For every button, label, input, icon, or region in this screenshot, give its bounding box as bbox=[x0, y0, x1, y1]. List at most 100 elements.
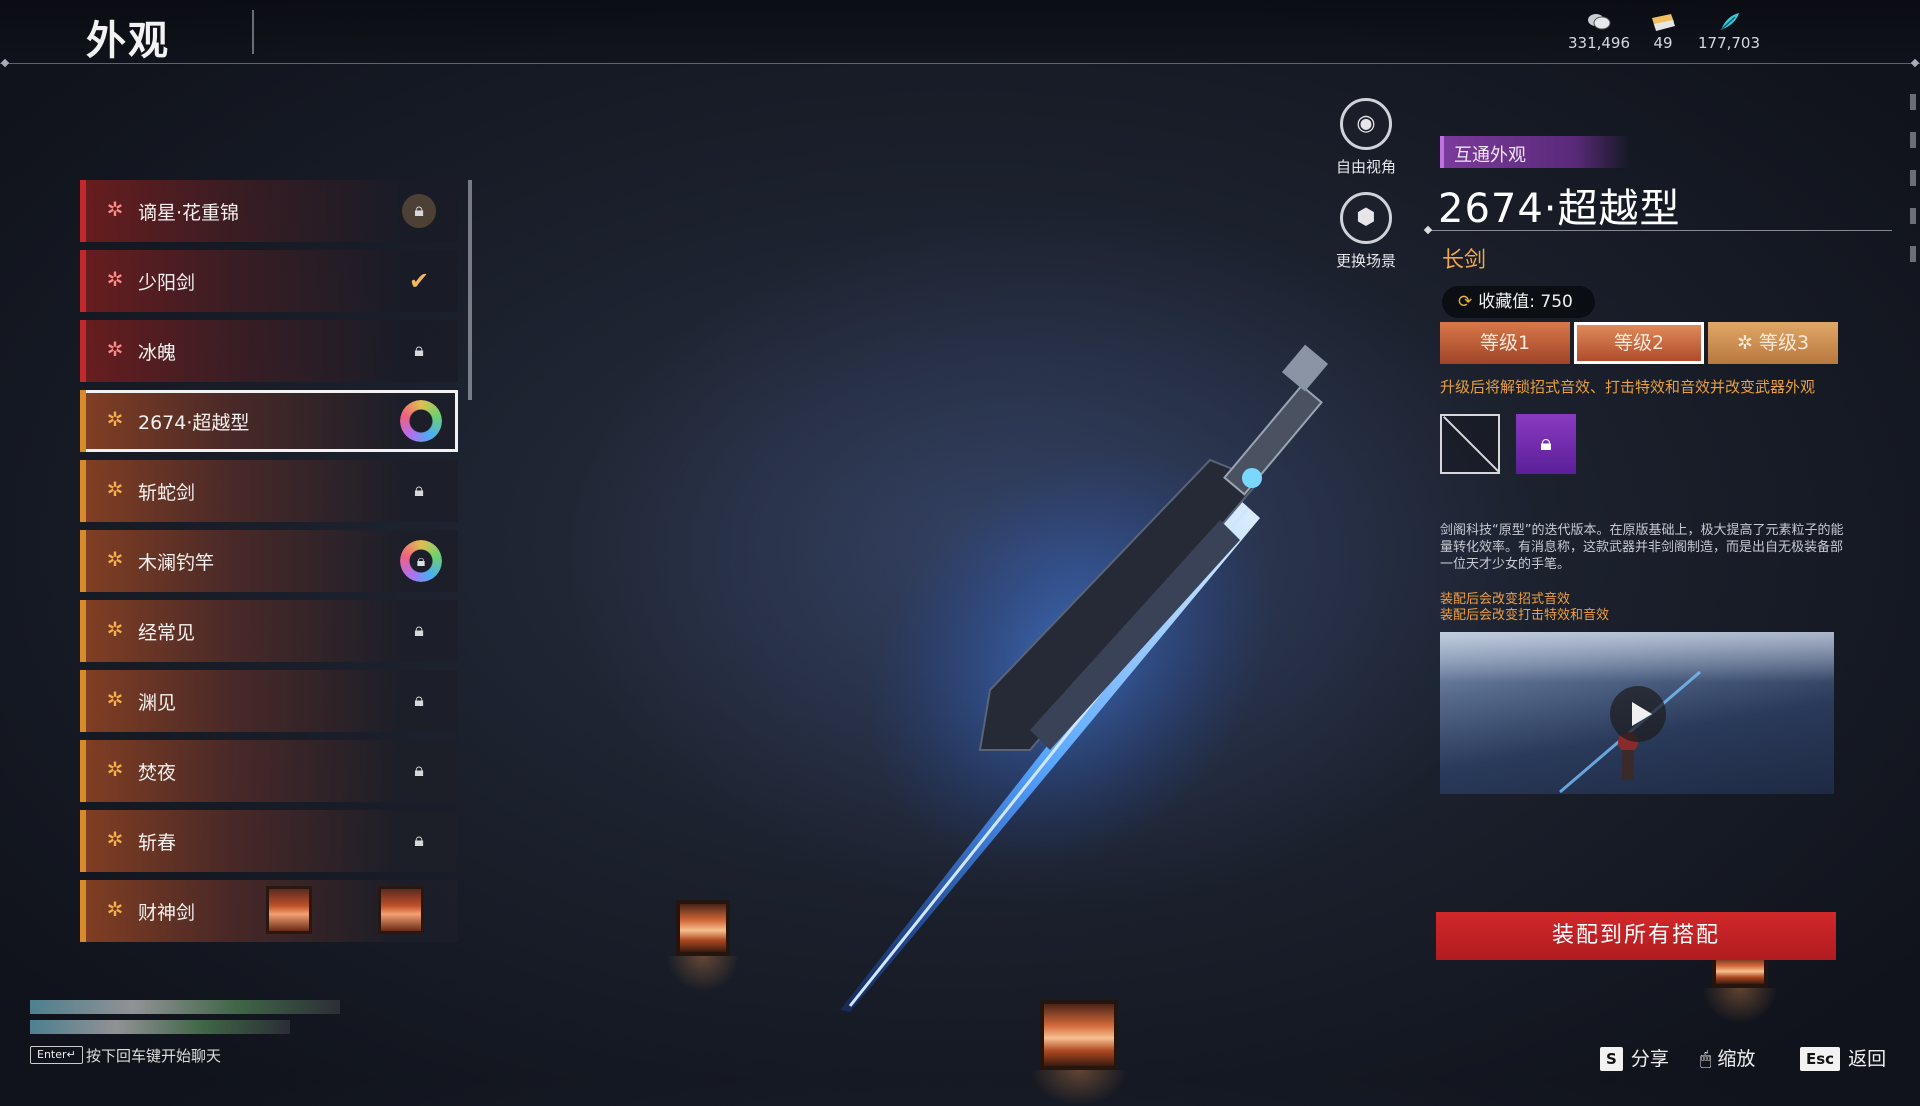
skin-item[interactable]: ✲ 经常见 🔒︎ bbox=[80, 600, 458, 662]
crossplay-tag-label: 互通外观 bbox=[1454, 145, 1526, 166]
name-divider bbox=[1428, 230, 1892, 231]
skin-item[interactable]: ✲ 焚夜 🔒︎ bbox=[80, 740, 458, 802]
skin-item[interactable]: ✲ 斩蛇剑 🔒︎ bbox=[80, 460, 458, 522]
collection-value: ⟳ 收藏值: 750 bbox=[1442, 286, 1595, 318]
tier-3-label: 等级3 bbox=[1758, 332, 1810, 354]
weapon-type: 长剑 bbox=[1442, 248, 1487, 273]
tier-selector[interactable]: 等级1 等级2 ✲ 等级3 bbox=[1440, 322, 1840, 364]
list-scrollbar[interactable] bbox=[468, 180, 472, 400]
cube-icon: ⬢ bbox=[1340, 192, 1392, 244]
collection-value-text: 收藏值: 750 bbox=[1478, 292, 1573, 312]
rarity-ring-icon bbox=[400, 400, 442, 442]
star-icon: ✲ bbox=[106, 757, 124, 781]
esc-key-icon: Esc bbox=[1800, 1047, 1841, 1071]
star-icon: ✲ bbox=[106, 687, 124, 711]
star-icon: ✲ bbox=[106, 827, 124, 851]
lantern-decoration bbox=[1030, 1000, 1128, 1106]
rarity-stripe bbox=[80, 250, 86, 312]
star-icon: ✲ bbox=[106, 197, 124, 221]
locked-slot[interactable]: 🔒︎ bbox=[1516, 414, 1576, 474]
coin-stack-icon bbox=[1585, 12, 1613, 32]
play-icon[interactable] bbox=[1610, 686, 1666, 742]
skin-list[interactable]: ✲ 谪星·花重锦 🔒︎ ✲ 少阳剑 ✔ ✲ 冰魄 🔒︎ ✲ 2674·超越型 ✲… bbox=[80, 180, 460, 960]
lock-icon: 🔒︎ bbox=[414, 480, 424, 501]
rarity-stripe bbox=[80, 810, 86, 872]
tier-3-button[interactable]: ✲ 等级3 bbox=[1708, 322, 1838, 364]
zoom-label: 缩放 bbox=[1717, 1048, 1756, 1070]
rarity-ring-icon: 🔒︎ bbox=[400, 540, 442, 582]
skin-item-label: 经常见 bbox=[138, 622, 196, 644]
mouse-icon: 🖱︎ bbox=[1700, 1048, 1712, 1070]
share-label: 分享 bbox=[1630, 1048, 1669, 1070]
crossplay-tag: 互通外观 bbox=[1440, 136, 1630, 168]
star-icon: ✲ bbox=[106, 407, 124, 431]
skin-item-label: 财神剑 bbox=[138, 902, 196, 924]
free-view-button[interactable]: ◉ 自由视角 bbox=[1316, 98, 1416, 177]
top-divider bbox=[0, 63, 1920, 64]
skin-item-label: 木澜钓竿 bbox=[138, 552, 215, 574]
rarity-stripe bbox=[80, 320, 86, 382]
camera-icon: ◉ bbox=[1340, 98, 1392, 150]
upgrade-note: 升级后将解锁招式音效、打击特效和音效并改变武器外观 bbox=[1440, 378, 1816, 396]
page-title: 外观 bbox=[86, 18, 170, 64]
lock-icon: 🔒︎ bbox=[414, 830, 424, 851]
skin-item-label: 渊见 bbox=[138, 692, 177, 714]
change-scene-button[interactable]: ⬢ 更换场景 bbox=[1316, 192, 1416, 271]
effect-notes: 装配后会改变招式音效 装配后会改变打击特效和音效 bbox=[1440, 592, 1609, 624]
item-name: 2674·超越型 bbox=[1438, 186, 1681, 232]
back-hint[interactable]: Esc 返回 bbox=[1800, 1044, 1886, 1071]
item-description: 剑阁科技“原型”的迭代版本。在原版基础上，极大提高了元素粒子的能量转化效率。有消… bbox=[1440, 523, 1844, 572]
lock-icon: 🔒︎ bbox=[414, 760, 424, 781]
skin-item-selected[interactable]: ✲ 2674·超越型 bbox=[80, 390, 458, 452]
skin-item-label: 冰魄 bbox=[138, 342, 177, 364]
share-hint[interactable]: S 分享 bbox=[1600, 1044, 1669, 1071]
skin-item[interactable]: ✲ 谪星·花重锦 🔒︎ bbox=[80, 180, 458, 242]
skin-item[interactable]: ✲ 少阳剑 ✔ bbox=[80, 250, 458, 312]
tier-2-button[interactable]: 等级2 bbox=[1574, 322, 1704, 364]
chat-preview bbox=[30, 1000, 350, 1020]
skin-item[interactable]: ✲ 冰魄 🔒︎ bbox=[80, 320, 458, 382]
skin-item-label: 2674·超越型 bbox=[138, 412, 250, 434]
lock-icon: 🔒︎ bbox=[1540, 431, 1552, 456]
lantern-decoration bbox=[266, 886, 312, 934]
skin-item-label: 斩蛇剑 bbox=[138, 482, 196, 504]
tier-1-button[interactable]: 等级1 bbox=[1440, 322, 1570, 364]
title-divider bbox=[252, 10, 254, 54]
tier-1-label: 等级1 bbox=[1479, 332, 1531, 354]
star-icon: ✲ bbox=[106, 477, 124, 501]
empty-slot[interactable] bbox=[1440, 414, 1500, 474]
skin-item[interactable]: ✲ 斩春 🔒︎ bbox=[80, 810, 458, 872]
lock-icon: 🔒︎ bbox=[414, 340, 424, 361]
rarity-stripe bbox=[80, 600, 86, 662]
skin-item[interactable]: ✲ 木澜钓竿 🔒︎ bbox=[80, 530, 458, 592]
effect-note: 装配后会改变打击特效和音效 bbox=[1440, 608, 1610, 623]
star-icon: ✲ bbox=[106, 337, 124, 361]
weapon-preview[interactable] bbox=[666, 330, 1400, 1106]
equip-all-button[interactable]: 装配到所有搭配 bbox=[1436, 912, 1836, 960]
rarity-stripe bbox=[80, 530, 86, 592]
top-bar: 外观 331,496 49 177,703 bbox=[0, 0, 1920, 64]
skin-item[interactable]: ✲ 财神剑 bbox=[80, 880, 458, 942]
currency-feathers: 177,703 bbox=[1684, 12, 1774, 52]
zoom-hint[interactable]: 🖱︎ 缩放 bbox=[1700, 1044, 1755, 1071]
star-icon: ✲ bbox=[106, 897, 124, 921]
skin-item-label: 焚夜 bbox=[138, 762, 177, 784]
star-icon: ✲ bbox=[1736, 332, 1759, 354]
currency-feathers-value: 177,703 bbox=[1697, 34, 1761, 52]
sword-illustration bbox=[840, 344, 1329, 1012]
rarity-stripe bbox=[80, 460, 86, 522]
skin-item[interactable]: ✲ 渊见 🔒︎ bbox=[80, 670, 458, 732]
lantern-decoration bbox=[378, 886, 424, 934]
name-divider-dot bbox=[1423, 225, 1433, 235]
lantern-decoration bbox=[666, 900, 740, 992]
page-scrollbar[interactable] bbox=[1910, 94, 1916, 274]
collection-icon: ⟳ bbox=[1458, 292, 1473, 312]
lock-icon: 🔒︎ bbox=[414, 690, 424, 711]
chat-preview bbox=[30, 1020, 350, 1040]
change-scene-label: 更换场景 bbox=[1335, 252, 1396, 270]
star-icon: ✲ bbox=[106, 547, 124, 571]
lock-icon: 🔒︎ bbox=[416, 551, 426, 570]
star-icon: ✲ bbox=[106, 267, 124, 291]
preview-video[interactable] bbox=[1440, 632, 1834, 794]
back-label: 返回 bbox=[1848, 1048, 1887, 1070]
